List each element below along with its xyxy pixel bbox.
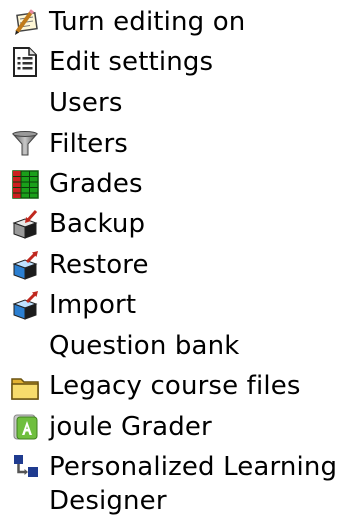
settings-document-icon (8, 46, 42, 78)
restore-box-icon (8, 249, 42, 281)
menu-item-restore[interactable]: Restore (0, 245, 354, 285)
menu-item-label: joule Grader (49, 412, 212, 442)
edit-pencil-icon (8, 6, 42, 38)
menu-item-users[interactable]: Users (0, 83, 354, 123)
menu-item-label: Question bank (49, 331, 240, 361)
menu-item-label: Grades (49, 169, 143, 199)
personalized-learning-designer-icon (8, 451, 42, 483)
menu-item-label-line2: Designer (49, 486, 167, 516)
menu-item-label: Backup (49, 209, 146, 239)
menu-item-turn-editing-on[interactable]: Turn editing on (0, 2, 354, 42)
menu-item-filters[interactable]: Filters (0, 124, 354, 164)
menu-item-label: Turn editing on (49, 7, 246, 37)
menu-item-joule-grader[interactable]: joule Grader (0, 407, 354, 447)
filter-funnel-icon (8, 128, 42, 160)
menu-item-edit-settings[interactable]: Edit settings (0, 42, 354, 82)
menu-item-label: Legacy course files (49, 371, 301, 401)
menu-item-question-bank[interactable]: Question bank (0, 326, 354, 366)
menu-item-grades[interactable]: Grades (0, 164, 354, 204)
import-box-icon (8, 289, 42, 321)
menu-item-label: Restore (49, 250, 149, 280)
joule-grader-icon (8, 411, 42, 443)
menu-item-label: Users (49, 88, 123, 118)
menu-item-label: Import (49, 290, 137, 320)
menu-item-label: Filters (49, 129, 128, 159)
menu-item-import[interactable]: Import (0, 285, 354, 325)
menu-item-legacy-course-files[interactable]: Legacy course files (0, 366, 354, 406)
menu-item-label: Edit settings (49, 47, 214, 77)
menu-item-backup[interactable]: Backup (0, 204, 354, 244)
folder-icon (8, 371, 42, 403)
menu-item-personalized-learning-designer[interactable]: Personalized Learning Designer (0, 447, 354, 517)
grades-spreadsheet-icon (8, 168, 42, 200)
backup-box-icon (8, 208, 42, 240)
